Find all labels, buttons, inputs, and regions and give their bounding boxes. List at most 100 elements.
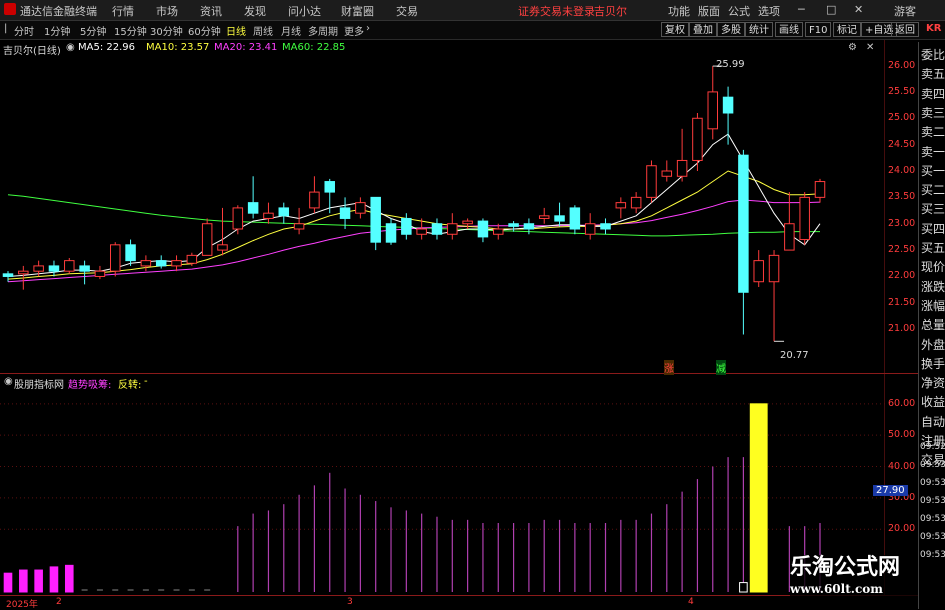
period-30min[interactable]: 30分钟 (150, 23, 183, 38)
menu-item-news[interactable]: 资讯 (200, 3, 222, 19)
period-intraday[interactable]: 分时 (14, 23, 34, 38)
marker-reduce: 减 (716, 360, 726, 375)
menu-item-wealth[interactable]: 财富圈 (341, 3, 374, 19)
candle-body (431, 223, 443, 235)
minimize-icon[interactable]: ─ (798, 3, 805, 16)
menu-item-trade[interactable]: 交易 (396, 3, 418, 19)
draw-button[interactable]: 画线 (775, 22, 803, 37)
price-tick: 25.00 (888, 112, 916, 124)
guest-label[interactable]: 游客 (894, 3, 916, 19)
period-monthly[interactable]: 月线 (281, 23, 301, 38)
x-label-mar: 3 (347, 597, 353, 607)
side-panel-item[interactable]: 卖五 (921, 65, 945, 82)
overlay-button[interactable]: 叠加 (689, 22, 717, 37)
candle-body (355, 202, 366, 214)
period-60min[interactable]: 60分钟 (188, 23, 221, 38)
candle-body (784, 223, 795, 251)
back-button[interactable]: 返回 (891, 22, 919, 37)
candle-body (171, 260, 182, 267)
side-panel-item[interactable]: 涨跌 (921, 278, 945, 295)
period-15min[interactable]: 15分钟 (114, 23, 147, 38)
price-tick: 22.50 (888, 244, 916, 256)
candle-body (48, 265, 60, 272)
period-toolbar: | 分时 1分钟 5分钟 15分钟 30分钟 60分钟 日线 周线 月线 多周期… (0, 21, 945, 40)
period-daily[interactable]: 日线 (226, 23, 246, 38)
side-panel-item[interactable]: 买三 (921, 200, 945, 217)
tick-time: 09:53 (920, 532, 945, 542)
candle-body (569, 207, 581, 230)
period-weekly[interactable]: 周线 (253, 23, 273, 38)
mark-button[interactable]: 标记 (833, 22, 861, 37)
side-panel-item[interactable]: 收益 (921, 393, 945, 410)
grid-icon[interactable]: | (4, 23, 7, 34)
price-tick: 24.00 (888, 165, 916, 176)
candle-body (477, 220, 489, 238)
price-tick: 26.00 (888, 59, 916, 71)
candle-body (293, 223, 305, 230)
candle-body (738, 154, 749, 293)
menu-item-market[interactable]: 市场 (156, 3, 178, 19)
f10-button[interactable]: F10 (805, 22, 832, 37)
menu-item-formula[interactable]: 公式 (728, 3, 750, 19)
candle-body (401, 217, 412, 235)
candle-body (2, 273, 14, 277)
candle-body (309, 191, 320, 209)
candle-body (201, 223, 213, 256)
tick-time: 09:53 (920, 460, 945, 470)
side-panel-item[interactable]: 自动 (921, 413, 945, 430)
side-panel-item[interactable]: 卖四 (921, 85, 945, 102)
side-panel-item[interactable]: 现价 (921, 258, 945, 275)
menu-item-function[interactable]: 功能 (668, 3, 690, 19)
maximize-icon[interactable]: □ (826, 3, 836, 16)
indicator-bar (19, 569, 28, 593)
menu-item-discover[interactable]: 发现 (244, 3, 266, 19)
side-panel-item[interactable]: 净资 (921, 374, 945, 391)
multi-stock-button[interactable]: 多股 (717, 22, 745, 37)
candle-body (615, 202, 627, 209)
tick-time: 09:52 (920, 442, 945, 452)
candle-body (140, 260, 152, 267)
menu-item-options[interactable]: 选项 (758, 3, 780, 19)
side-panel-item[interactable]: 买四 (921, 220, 945, 237)
candle-body (753, 260, 764, 283)
side-panel-item[interactable]: 买五 (921, 239, 945, 256)
stats-button[interactable]: 统计 (745, 22, 773, 37)
candle-body (232, 207, 244, 230)
price-chart[interactable] (0, 40, 885, 595)
side-panel-item[interactable]: 卖一 (921, 143, 945, 160)
menu-item-ask[interactable]: 问小达 (288, 3, 321, 19)
candle-body (814, 181, 826, 198)
side-panel-item[interactable]: 买二 (921, 181, 945, 198)
candle-body (692, 117, 703, 161)
period-5min[interactable]: 5分钟 (80, 23, 106, 38)
side-panel-item[interactable]: 委比 (921, 46, 945, 63)
side-panel-item[interactable]: 外盘 (921, 336, 945, 353)
adjust-button[interactable]: 复权 (661, 22, 689, 37)
side-panel-item[interactable]: 买一 (921, 162, 945, 179)
period-multi[interactable]: 多周期 (308, 23, 338, 38)
candle-body (109, 244, 121, 272)
menu-item-layout[interactable]: 版面 (698, 3, 720, 19)
login-notice[interactable]: 证券交易未登录 (518, 3, 595, 19)
close-icon[interactable]: ✕ (854, 3, 863, 16)
side-panel-item[interactable]: 卖二 (921, 123, 945, 140)
watermark-url: www.60lt.com (790, 582, 883, 596)
price-tick: 21.00 (888, 323, 916, 335)
candle-body (462, 220, 473, 225)
candle-body (707, 91, 719, 130)
candle-body (94, 270, 106, 277)
indicator-tick: 40.00 (888, 460, 916, 472)
candle-body (79, 265, 90, 272)
indicator-tick: 20.00 (888, 523, 916, 535)
period-more[interactable]: 更多 (344, 23, 364, 38)
side-panel-item[interactable]: 总量 (921, 316, 945, 333)
side-panel-item[interactable]: 换手 (921, 355, 945, 372)
period-1min[interactable]: 1分钟 (44, 23, 70, 38)
price-tick: 21.50 (888, 296, 916, 308)
side-panel-item[interactable]: 卖三 (921, 104, 945, 121)
indicator-bar (3, 572, 13, 593)
side-panel-item[interactable]: 涨幅 (921, 297, 945, 314)
menu-item-quotes[interactable]: 行情 (112, 3, 134, 19)
more-arrow-icon[interactable]: › (366, 23, 370, 34)
indicator-tick: 60.00 (888, 397, 916, 409)
